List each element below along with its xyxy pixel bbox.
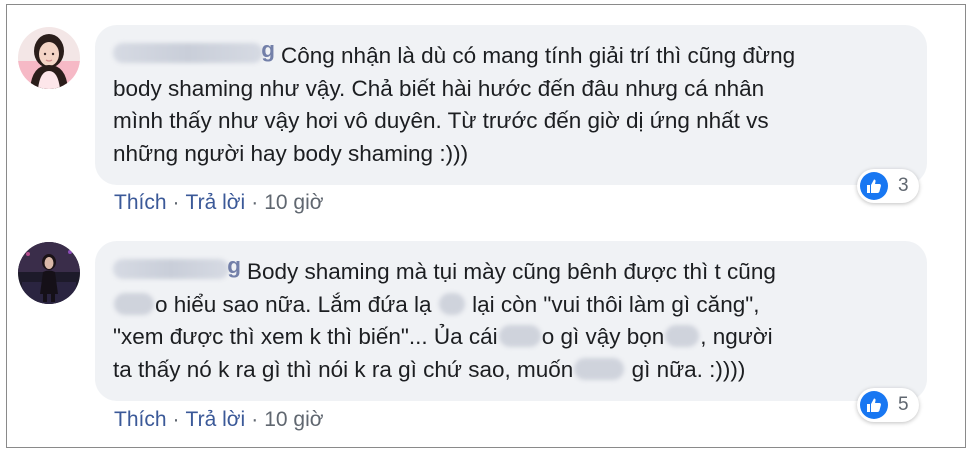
comment-text: g Body shaming mà tụi mày cũng bênh được… <box>113 253 776 386</box>
comments-panel: g Công nhận là dù có mang tính giải trí … <box>6 4 966 448</box>
comment-text-line: Body shaming mà tụi mày cũng bênh được t… <box>247 259 776 284</box>
comment-timestamp[interactable]: 10 giờ <box>264 191 323 214</box>
comment-text-line: mình thấy như vậy hơi vô duyên. Từ trước… <box>113 108 769 133</box>
avatar-photo-icon <box>18 242 80 304</box>
reaction-count: 5 <box>898 394 909 415</box>
comment-text-line: ta thấy nó k ra gì thì nói k ra gì chứ s… <box>113 356 574 382</box>
comment-author-name[interactable]: g <box>113 253 241 279</box>
comment-actions: Thích · Trả lời · 10 giờ <box>114 408 324 432</box>
comment-timestamp[interactable]: 10 giờ <box>264 408 323 431</box>
comment-text: g Công nhận là dù có mang tính giải trí … <box>113 37 796 170</box>
comment-text-line: Công nhận là dù có mang tính giải trí th… <box>281 43 796 68</box>
comment-text-line: o gì vậy bọn <box>541 324 665 349</box>
reaction-summary[interactable]: 5 <box>857 388 919 422</box>
separator: · <box>172 191 180 214</box>
comment-text-line: gì nữa. :)))) <box>631 356 746 382</box>
comment-text-line: o hiểu sao nữa. Lắm đứa lạ <box>155 291 432 317</box>
like-icon <box>860 391 888 419</box>
censored-word <box>498 325 541 347</box>
censored-word <box>114 292 154 315</box>
reaction-count: 3 <box>898 175 909 196</box>
censored-word <box>438 292 465 315</box>
avatar-photo-icon <box>18 27 80 89</box>
reply-link[interactable]: Trả lời <box>186 408 246 431</box>
reply-link[interactable]: Trả lời <box>186 191 246 214</box>
comment-text-line: body shaming như vậy. Chả biết hài hước … <box>113 75 765 101</box>
separator: · <box>251 191 259 214</box>
comment-text-line: "xem được thì xem k thì biến"... Ủa cái <box>113 324 498 349</box>
comment-text-line: lại còn "vui thôi làm gì căng", <box>472 291 760 317</box>
like-link[interactable]: Thích <box>114 191 167 214</box>
censored-word <box>574 357 625 380</box>
avatar[interactable] <box>18 27 80 89</box>
separator: · <box>172 408 180 431</box>
comment-author-name[interactable]: g <box>113 37 275 63</box>
reaction-summary[interactable]: 3 <box>857 169 919 203</box>
like-icon <box>860 172 888 200</box>
comment-text-line: , người <box>700 324 773 349</box>
censored-word <box>665 325 700 347</box>
like-link[interactable]: Thích <box>114 408 167 431</box>
avatar[interactable] <box>18 242 80 304</box>
comment-text-line: những người hay body shaming :))) <box>113 140 469 166</box>
separator: · <box>251 408 259 431</box>
comment-actions: Thích · Trả lời · 10 giờ <box>114 191 324 215</box>
